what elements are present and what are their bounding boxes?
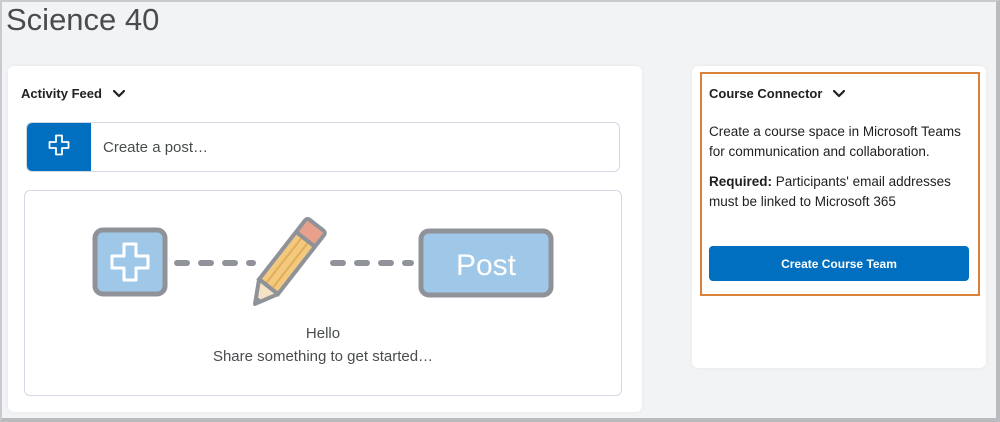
course-connector-title: Course Connector: [709, 86, 823, 101]
create-post-illustration: Post: [92, 216, 554, 306]
empty-state-title: Hello: [305, 325, 341, 342]
activity-feed-title: Activity Feed: [21, 86, 102, 101]
course-connector-requirement: Required: Participants' email addresses …: [709, 172, 977, 212]
add-post-button[interactable]: [27, 123, 91, 171]
required-label: Required:: [709, 174, 773, 189]
course-connector-description: Create a course space in Microsoft Teams…: [709, 124, 961, 159]
activity-feed-card: Activity Feed Create a post… Post Hello …: [8, 66, 642, 412]
plus-box-icon: [92, 227, 168, 297]
activity-feed-header[interactable]: Activity Feed: [21, 86, 126, 101]
chevron-down-icon[interactable]: [112, 87, 126, 101]
plus-icon: [48, 134, 70, 161]
post-box-label: Post: [456, 249, 517, 282]
empty-state-subtitle: Share something to get started…: [212, 348, 434, 365]
create-post-bar: [26, 122, 620, 172]
create-post-input[interactable]: [91, 123, 619, 171]
page-title: Science 40: [6, 2, 160, 37]
pencil-icon: [252, 216, 327, 306]
empty-state-panel: Post Hello Share something to get starte…: [24, 190, 622, 396]
chevron-down-icon[interactable]: [832, 87, 846, 101]
course-connector-header[interactable]: Course Connector: [709, 86, 846, 101]
create-course-team-button[interactable]: Create Course Team: [709, 246, 969, 281]
post-box-icon: Post: [418, 228, 554, 298]
